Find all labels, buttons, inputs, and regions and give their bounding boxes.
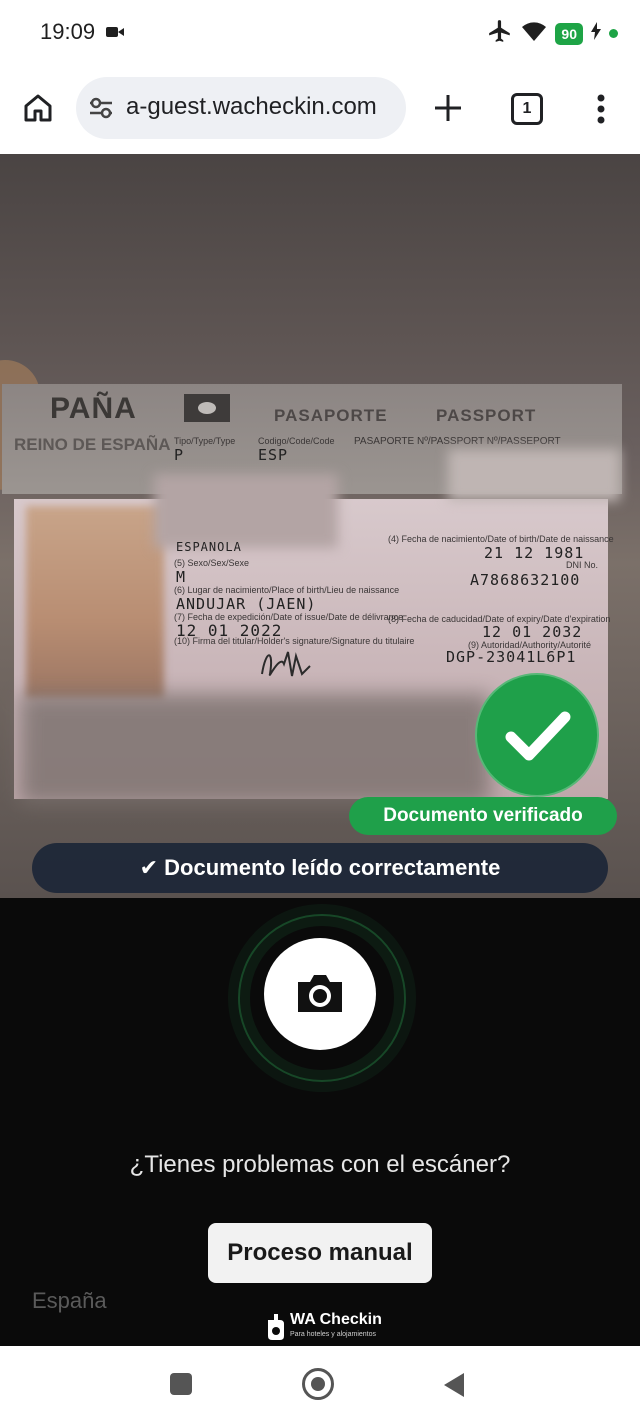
passport-nationality: ESPANOLA: [176, 540, 242, 554]
passport-id-caption: DNI No.: [566, 560, 599, 570]
status-icons: 90: [487, 18, 618, 49]
plus-icon[interactable]: [432, 92, 464, 124]
kebab-menu-icon[interactable]: [596, 94, 606, 124]
system-navigation-bar: [0, 1346, 640, 1422]
nav-home-icon[interactable]: [302, 1368, 334, 1400]
url-text: a-guest.wacheckin.com: [126, 93, 377, 120]
status-time: 19:09: [40, 19, 96, 44]
battery-indicator: 90: [555, 22, 583, 45]
airplane-icon: [487, 18, 513, 49]
country-selector[interactable]: España: [32, 1288, 107, 1314]
wifi-icon: [521, 20, 547, 47]
passport-birthplace-value: ANDUJAR (JAEN): [176, 595, 317, 613]
passport-dob-caption: (4) Fecha de nacimiento/Date of birth/Da…: [388, 534, 614, 544]
passport-number-caption: PASAPORTE Nº/PASSPORT Nº/PASSEPORT: [354, 436, 561, 447]
passport-type-value: P: [174, 446, 185, 464]
holder-signature: [256, 644, 316, 684]
tab-switcher-button[interactable]: 1: [511, 93, 543, 125]
blurred-lower-area: [20, 694, 490, 804]
wa-checkin-logo-icon: [268, 1314, 284, 1340]
nav-recents-icon[interactable]: [170, 1373, 192, 1395]
manual-process-button[interactable]: Proceso manual: [208, 1223, 432, 1283]
passport-country-band: PAÑA: [50, 392, 137, 425]
blurred-passport-number: [448, 449, 620, 501]
passport-authority-value: DGP-23041L6P1: [446, 648, 577, 666]
passport-expiry-value: 12 01 2032: [482, 623, 583, 641]
brand-name: WA Checkin: [290, 1311, 382, 1328]
blurred-holder-name: [154, 474, 338, 548]
charging-icon: [591, 22, 601, 45]
camera-icon: [298, 975, 342, 1012]
passport-emblem: [184, 394, 230, 422]
browser-toolbar: a-guest.wacheckin.com 1: [0, 64, 640, 155]
passport-id-value: A7868632100: [470, 571, 581, 589]
passport-type-caption: Tipo/Type/Type: [174, 436, 236, 446]
site-settings-icon[interactable]: [88, 96, 114, 125]
passport-sex-caption: (5) Sexo/Sex/Sexe: [174, 558, 250, 568]
passport-birthplace-caption: (6) Lugar de nacimiento/Place of birth/L…: [174, 585, 400, 595]
passport-type-label-en: PASSPORT: [436, 406, 537, 425]
capture-button[interactable]: [264, 938, 376, 1050]
brand-footer: WA Checkin Para hoteles y alojamientos: [264, 1310, 404, 1344]
verified-label: Documento verificado: [349, 797, 617, 835]
passport-type-label: PASAPORTE: [274, 406, 388, 425]
blurred-holder-photo: [26, 506, 164, 698]
status-bar: 19:09 90: [0, 0, 640, 64]
video-camera-icon: [106, 25, 124, 43]
passport-sex-value: M: [176, 568, 187, 586]
notification-dot: [609, 29, 618, 38]
nav-back-icon[interactable]: [442, 1372, 466, 1403]
camera-preview: PAÑA PASAPORTE PASSPORT REINO DE ESPAÑA …: [0, 154, 640, 898]
verified-badge: [475, 673, 599, 797]
read-success-message: ✔ Documento leído correctamente: [32, 843, 608, 893]
home-icon[interactable]: [22, 92, 54, 126]
passport-kingdom: REINO DE ESPAÑA: [14, 435, 171, 454]
check-icon: [505, 711, 571, 761]
address-bar[interactable]: a-guest.wacheckin.com: [76, 77, 406, 139]
passport-code-value: ESP: [258, 446, 289, 464]
brand-tagline: Para hoteles y alojamientos: [290, 1331, 376, 1338]
passport-code-caption: Codigo/Code/Code: [258, 436, 335, 446]
scanner-problem-text: ¿Tienes problemas con el escáner?: [129, 1151, 511, 1178]
